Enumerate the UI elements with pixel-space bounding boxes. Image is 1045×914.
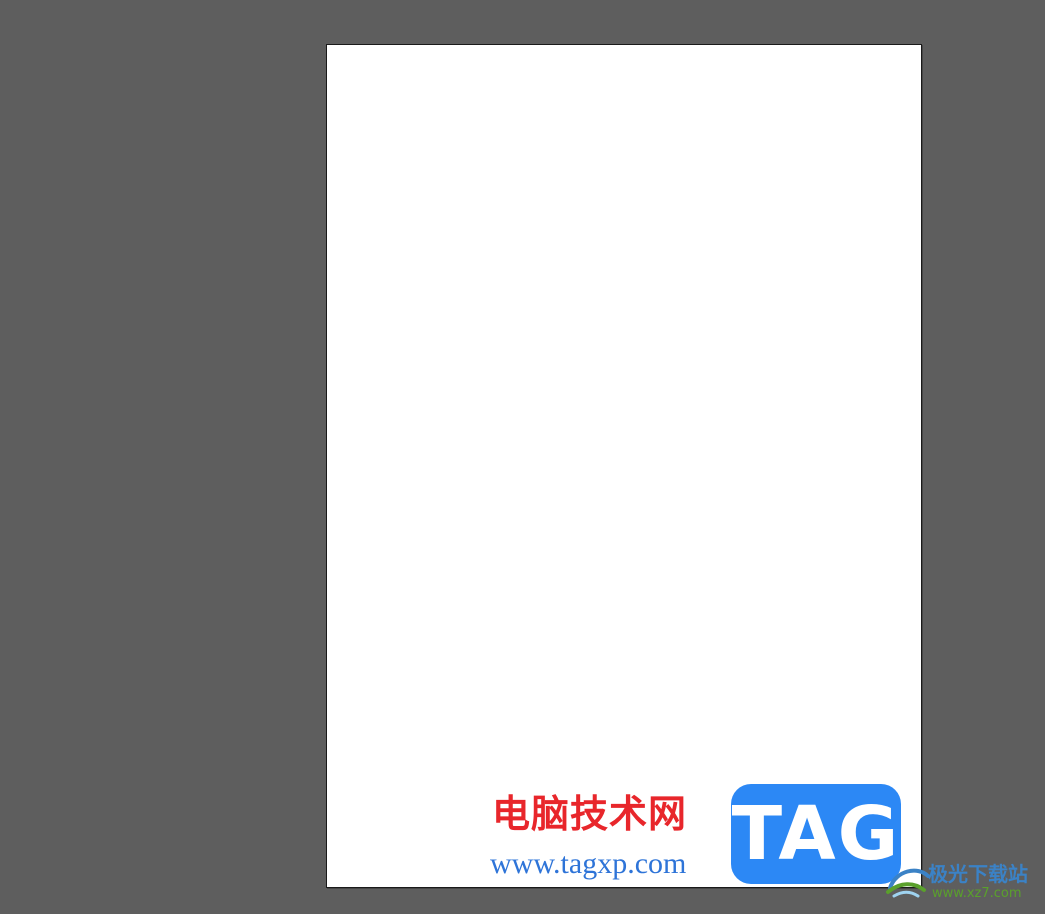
aurora-logo-icon (886, 868, 930, 898)
watermark-site-name: 电脑技术网 (492, 792, 688, 836)
watermark-site-url: www.tagxp.com (490, 847, 687, 880)
watermark-xz-name: 极光下载站 (928, 862, 1028, 886)
watermark-tag-logo: TAG (731, 784, 901, 884)
watermark-xz-url: www.xz7.com (932, 886, 1022, 901)
canvas-workspace[interactable]: { "watermark": { "site_name": "电脑技术网", "… (0, 0, 1045, 914)
artboard[interactable] (326, 44, 922, 888)
